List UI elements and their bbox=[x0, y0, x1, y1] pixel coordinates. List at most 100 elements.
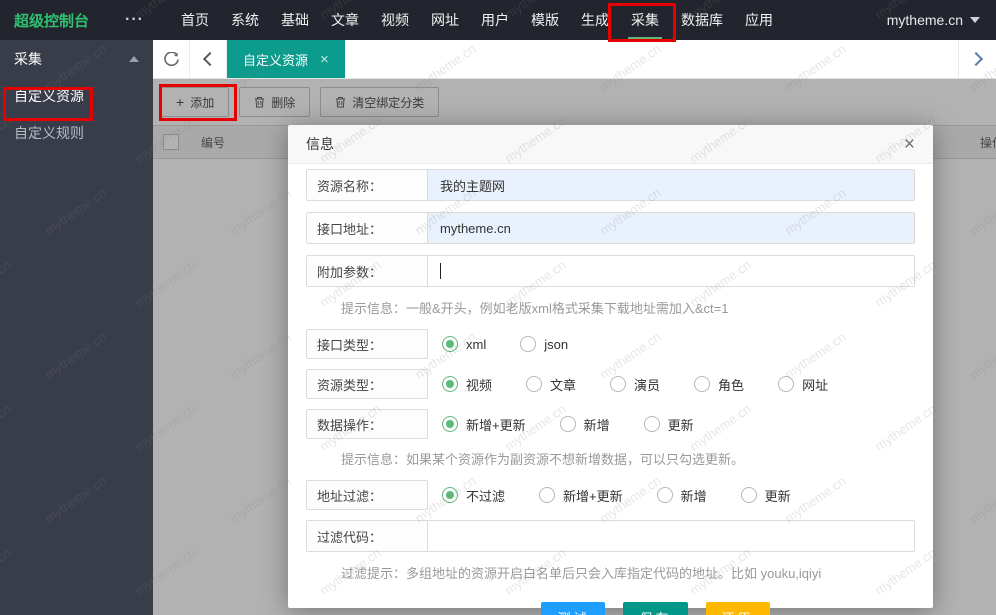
refresh-button[interactable] bbox=[153, 40, 190, 78]
radio-xml[interactable]: xml bbox=[442, 336, 486, 352]
radio-role[interactable]: 角色 bbox=[694, 375, 744, 394]
radio-label: 演员 bbox=[634, 375, 660, 394]
field-address-filter: 地址过滤： 不过滤 新增+更新 新增 bbox=[306, 480, 915, 510]
sidebar-group-collect[interactable]: 采集 bbox=[0, 40, 153, 78]
radio-icon bbox=[520, 336, 536, 352]
radio-label: 新增+更新 bbox=[466, 415, 526, 434]
radio-video[interactable]: 视频 bbox=[442, 375, 492, 394]
hint-filter-code: 过滤提示：多组地址的资源开启白名单后只会入库指定代码的地址。比如 youku,i… bbox=[341, 563, 915, 582]
dialog-title: 信息 bbox=[306, 134, 334, 154]
radio-label: 文章 bbox=[550, 375, 576, 394]
radio-label: 视频 bbox=[466, 375, 492, 394]
resource-name-label: 资源名称： bbox=[307, 170, 428, 200]
restore-button[interactable]: 还原 bbox=[706, 602, 770, 615]
extra-param-input[interactable] bbox=[428, 256, 914, 286]
tab-label: 自定义资源 bbox=[243, 50, 308, 69]
refresh-icon bbox=[164, 52, 179, 67]
text-cursor bbox=[440, 263, 441, 279]
nav-item-website[interactable]: 网址 bbox=[420, 0, 470, 40]
radio-label: 网址 bbox=[802, 375, 828, 394]
radio-label: xml bbox=[466, 337, 486, 352]
radio-filter-add-update[interactable]: 新增+更新 bbox=[539, 486, 623, 505]
nav-item-app[interactable]: 应用 bbox=[734, 0, 784, 40]
radio-icon bbox=[526, 376, 542, 392]
radio-article[interactable]: 文章 bbox=[526, 375, 576, 394]
radio-icon bbox=[560, 416, 576, 432]
field-extra-param: 附加参数： bbox=[306, 255, 915, 287]
user-name: mytheme.cn bbox=[887, 12, 963, 28]
extra-param-label: 附加参数： bbox=[307, 256, 428, 286]
radio-filter-update[interactable]: 更新 bbox=[741, 486, 791, 505]
address-filter-label: 地址过滤： bbox=[306, 480, 428, 510]
dialog-body: 资源名称： 我的主题网 接口地址： mytheme.cn 附加参数： 提示信息：… bbox=[288, 164, 933, 615]
app-window: 超级控制台 ··· 首页 系统 基础 文章 视频 网址 用户 模版 生成 采集 … bbox=[0, 0, 996, 615]
radio-icon bbox=[741, 487, 757, 503]
nav-item-video[interactable]: 视频 bbox=[370, 0, 420, 40]
radio-json[interactable]: json bbox=[520, 336, 568, 352]
nav-item-generate[interactable]: 生成 bbox=[570, 0, 620, 40]
radio-selected-icon bbox=[442, 416, 458, 432]
filter-code-input[interactable] bbox=[428, 521, 914, 551]
user-menu[interactable]: mytheme.cn bbox=[887, 12, 980, 28]
radio-icon bbox=[657, 487, 673, 503]
field-data-operation: 数据操作： 新增+更新 新增 更新 bbox=[306, 409, 915, 439]
nav-item-template[interactable]: 模版 bbox=[520, 0, 570, 40]
nav-menu: 首页 系统 基础 文章 视频 网址 用户 模版 生成 采集 数据库 应用 bbox=[170, 0, 784, 40]
address-filter-options: 不过滤 新增+更新 新增 更新 bbox=[442, 486, 825, 505]
radio-icon bbox=[539, 487, 555, 503]
api-type-label: 接口类型： bbox=[306, 329, 428, 359]
radio-selected-icon bbox=[442, 376, 458, 392]
chevron-left-icon bbox=[202, 52, 216, 66]
tab-bar: 自定义资源 × bbox=[153, 40, 996, 79]
sidebar-group-label: 采集 bbox=[14, 49, 42, 69]
field-api-url: 接口地址： mytheme.cn bbox=[306, 212, 915, 244]
sidebar-item-custom-rule[interactable]: 自定义规则 bbox=[0, 115, 153, 152]
radio-add[interactable]: 新增 bbox=[560, 415, 610, 434]
data-operation-label: 数据操作： bbox=[306, 409, 428, 439]
radio-label: json bbox=[544, 337, 568, 352]
save-button[interactable]: 保存 bbox=[623, 602, 687, 615]
tab-scroll-right-button[interactable] bbox=[958, 40, 996, 78]
resource-type-label: 资源类型： bbox=[306, 369, 428, 399]
radio-update[interactable]: 更新 bbox=[644, 415, 694, 434]
radio-icon bbox=[644, 416, 660, 432]
sidebar-item-custom-resource[interactable]: 自定义资源 bbox=[0, 78, 153, 115]
nav-item-user[interactable]: 用户 bbox=[470, 0, 520, 40]
tab-scroll-left-button[interactable] bbox=[190, 40, 227, 78]
chevron-right-icon bbox=[969, 52, 983, 66]
nav-item-collect[interactable]: 采集 bbox=[620, 0, 670, 40]
more-menu-icon[interactable]: ··· bbox=[125, 11, 144, 29]
api-url-input[interactable]: mytheme.cn bbox=[428, 213, 914, 243]
nav-item-system[interactable]: 系统 bbox=[220, 0, 270, 40]
dialog-footer: 测试 保存 还原 bbox=[351, 602, 960, 615]
radio-filter-add[interactable]: 新增 bbox=[657, 486, 707, 505]
radio-no-filter[interactable]: 不过滤 bbox=[442, 486, 505, 505]
brand-title: 超级控制台 bbox=[14, 10, 89, 31]
test-button[interactable]: 测试 bbox=[541, 602, 605, 615]
radio-label: 新增 bbox=[681, 486, 707, 505]
top-navbar: 超级控制台 ··· 首页 系统 基础 文章 视频 网址 用户 模版 生成 采集 … bbox=[0, 0, 996, 40]
nav-item-database[interactable]: 数据库 bbox=[670, 0, 734, 40]
close-icon[interactable]: × bbox=[904, 135, 915, 154]
chevron-down-icon bbox=[970, 17, 980, 23]
radio-label: 新增 bbox=[584, 415, 610, 434]
radio-icon bbox=[778, 376, 794, 392]
data-operation-options: 新增+更新 新增 更新 bbox=[442, 415, 728, 434]
dialog-header: 信息 × bbox=[288, 125, 933, 164]
resource-name-input[interactable]: 我的主题网 bbox=[428, 170, 914, 200]
nav-item-article[interactable]: 文章 bbox=[320, 0, 370, 40]
nav-item-base[interactable]: 基础 bbox=[270, 0, 320, 40]
radio-actor[interactable]: 演员 bbox=[610, 375, 660, 394]
field-resource-type: 资源类型： 视频 文章 演员 bbox=[306, 369, 915, 399]
radio-label: 角色 bbox=[718, 375, 744, 394]
tab-close-icon[interactable]: × bbox=[320, 52, 329, 67]
api-type-options: xml json bbox=[442, 336, 602, 352]
tab-custom-resource[interactable]: 自定义资源 × bbox=[227, 40, 345, 78]
filter-code-label: 过滤代码： bbox=[307, 521, 428, 551]
radio-selected-icon bbox=[442, 336, 458, 352]
radio-website[interactable]: 网址 bbox=[778, 375, 828, 394]
radio-add-update[interactable]: 新增+更新 bbox=[442, 415, 526, 434]
nav-item-home[interactable]: 首页 bbox=[170, 0, 220, 40]
hint-extra-param: 提示信息：一般&开头，例如老版xml格式采集下载地址需加入&ct=1 bbox=[341, 298, 915, 317]
sidebar: 采集 自定义资源 自定义规则 bbox=[0, 40, 153, 615]
